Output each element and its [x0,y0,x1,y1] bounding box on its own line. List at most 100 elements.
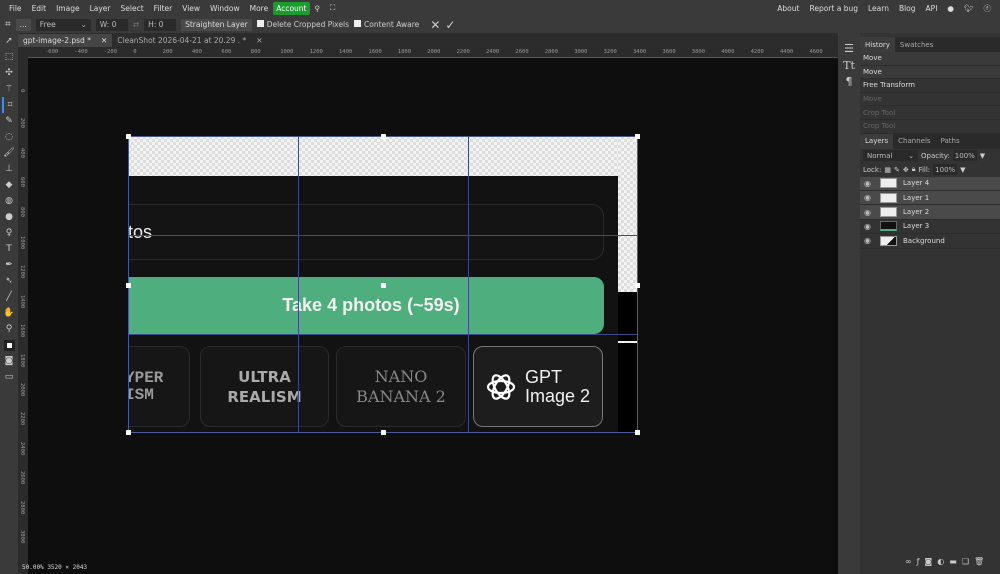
menu-file[interactable]: File [4,4,27,13]
search-icon[interactable]: ⚲ [310,4,326,13]
link-report-bug[interactable]: Report a bug [804,4,863,13]
stamp-icon[interactable]: ⊥ [2,161,16,177]
blend-mode-select[interactable]: Normal ⌄ [863,150,918,162]
fullscreen-icon[interactable]: ⛶ [325,3,340,13]
width-field[interactable]: W: 0 [95,18,128,31]
tab-channels[interactable]: Channels [893,134,935,149]
mask-icon[interactable]: ◙ [925,557,933,566]
link-api[interactable]: API [921,4,943,13]
screen-mode-icon[interactable]: ▭ [2,369,16,385]
move-tool-icon[interactable]: ➚ [2,33,16,49]
lock-all-icon[interactable]: 🔒︎ [912,165,916,174]
delete-cropped-checkbox[interactable]: Delete Cropped Pixels [256,20,349,29]
swap-icon[interactable]: ⇄ [133,20,139,29]
marquee-tool-icon[interactable]: ⬚ [2,49,16,65]
paragraph-icon[interactable]: ¶ [838,73,860,89]
eye-icon[interactable]: ◉ [864,236,874,245]
more-options-button[interactable]: ... [15,18,31,31]
color-swatches-icon[interactable] [2,337,16,353]
close-icon[interactable]: ✕ [256,36,262,45]
crop-handle[interactable] [381,134,386,139]
menu-view[interactable]: View [177,4,205,13]
link-blog[interactable]: Blog [894,4,921,13]
eye-icon[interactable]: ◉ [864,208,874,217]
menu-select[interactable]: Select [116,4,149,13]
facebook-icon[interactable]: ⓕ [979,3,997,14]
lock-position-icon[interactable]: ✥ [903,166,909,174]
link-learn[interactable]: Learn [863,4,894,13]
tab-gpt-image-2[interactable]: gpt-image-2.psd * ✕ [18,34,113,47]
zoom-tool-icon[interactable]: ⚲ [2,321,16,337]
layer-row[interactable]: ◉ Layer 3 [860,220,1000,235]
brush-icon[interactable]: 🖌︎ [2,145,16,161]
history-item[interactable]: Free Transform [860,79,1000,93]
crop-handle[interactable] [381,283,386,288]
menu-image[interactable]: Image [51,4,85,13]
triangle-down-icon[interactable]: ▼ [980,152,985,160]
opacity-field[interactable]: 100% [952,150,977,162]
history-item[interactable]: Crop Tool [860,119,1000,134]
eye-icon[interactable]: ◉ [864,222,874,231]
link-about[interactable]: About [772,4,804,13]
crop-handle[interactable] [126,430,131,435]
reddit-icon[interactable]: ● [942,4,959,13]
twitter-icon[interactable]: 🐦︎ [959,4,979,13]
crop-box[interactable] [126,134,640,435]
tab-cleanshot[interactable]: CleanShot 2026-04-21 at 20.29 . * ✕ [112,34,267,47]
blur-icon[interactable]: ● [2,209,16,225]
menu-filter[interactable]: Filter [149,4,178,13]
layer-row[interactable]: ◉ Layer 4 [860,176,1000,191]
history-item[interactable]: Move [860,52,1000,66]
crop-handle[interactable] [126,283,131,288]
crop-handle[interactable] [635,283,640,288]
lasso-tool-icon[interactable]: ✣ [2,65,16,81]
type-tool-icon[interactable]: T [2,241,16,257]
effects-icon[interactable]: ƒ [917,557,920,566]
menu-edit[interactable]: Edit [27,4,52,13]
character-icon[interactable]: Tt [838,57,860,73]
adjustment-icon[interactable]: ◐ [937,557,944,566]
line-tool-icon[interactable]: ╱ [2,289,16,305]
confirm-icon[interactable]: ✓ [445,18,455,32]
history-item[interactable]: Move [860,65,1000,80]
eye-icon[interactable]: ◉ [864,193,874,202]
tab-swatches[interactable]: Swatches [895,37,938,52]
menu-window[interactable]: Window [205,4,245,13]
checkbox[interactable] [256,20,264,27]
account-button[interactable]: Account [273,1,310,15]
eyedropper-icon[interactable]: ✎ [2,113,16,129]
crop-handle[interactable] [381,430,386,435]
menu-more[interactable]: More [245,4,274,13]
tab-layers[interactable]: Layers [860,133,894,149]
trash-icon[interactable]: 🗑︎ [974,557,984,566]
history-item[interactable]: Move [860,92,1000,107]
crop-handle[interactable] [126,134,131,139]
content-aware-checkbox[interactable]: Content Aware [354,20,419,29]
tab-history[interactable]: History [860,37,895,52]
quick-mask-icon[interactable]: ◙ [2,353,16,369]
straighten-layer-button[interactable]: Straighten Layer [181,18,252,31]
lock-transparency-icon[interactable]: ▦ [884,166,891,174]
crop-handle[interactable] [635,430,640,435]
link-icon[interactable]: ∞ [905,557,912,566]
height-field[interactable]: H: 0 [144,18,177,31]
dodge-icon[interactable]: ♀ [2,225,16,241]
magic-wand-icon[interactable]: ⚚ [2,81,16,97]
triangle-down-icon[interactable]: ▼ [960,166,965,174]
cancel-icon[interactable]: ✕ [430,18,440,32]
ratio-select[interactable]: Free ⌄ [35,18,91,31]
fill-field[interactable]: 100% [933,164,958,176]
tab-paths[interactable]: Paths [936,134,965,149]
menu-layer[interactable]: Layer [85,4,116,13]
close-icon[interactable]: ✕ [101,36,107,45]
hand-tool-icon[interactable]: ✋ [2,305,16,321]
checkbox[interactable] [354,20,361,27]
layer-row[interactable]: ◉ Layer 1 [860,190,1000,206]
layer-row[interactable]: ◉ Background [860,234,1000,249]
healing-icon[interactable]: ◌ [2,129,16,145]
bucket-icon[interactable]: ◍ [2,193,16,209]
pen-tool-icon[interactable]: ✒ [2,257,16,273]
eye-icon[interactable]: ◉ [864,179,874,188]
lock-pixels-icon[interactable]: ✎ [894,166,900,174]
menu-icon[interactable]: ☰ [838,39,860,57]
